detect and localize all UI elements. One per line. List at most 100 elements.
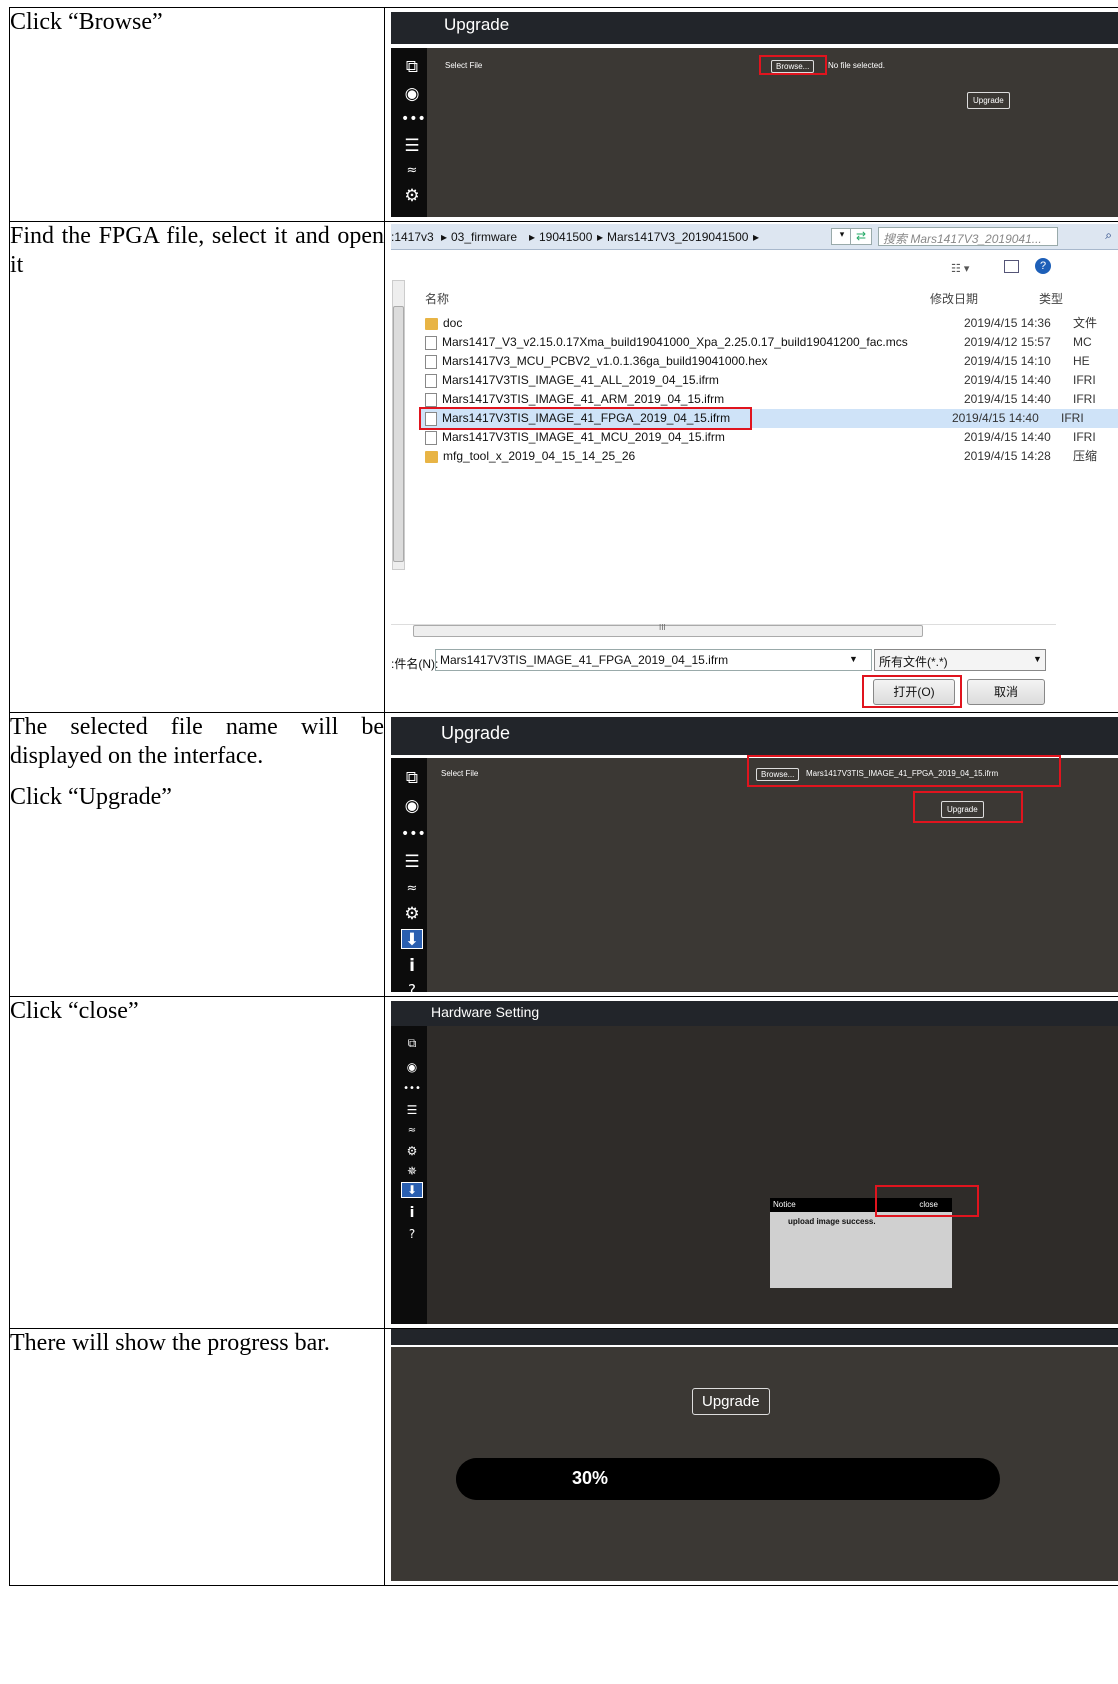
scroll-grip: III	[659, 623, 666, 632]
step-text: Click “Browse”	[10, 9, 163, 35]
hscroll-thumb[interactable]	[413, 625, 923, 637]
file-type-select[interactable]: 所有文件(*.*)	[874, 649, 1046, 671]
highlight-box	[875, 1185, 979, 1217]
download-icon[interactable]: ⬇	[401, 929, 423, 950]
disc-icon[interactable]: ◉	[401, 84, 423, 104]
screenshot-progress: Upgrade 30%	[384, 1328, 1118, 1586]
search-input[interactable]: 搜索 Mars1417V3_2019041...	[878, 227, 1058, 246]
file-row[interactable]: doc 2019/4/15 14:36 文件	[425, 314, 1118, 333]
crumb[interactable]: Mars1417V3_2019041500	[607, 230, 748, 244]
wifi-icon[interactable]: ≈	[401, 161, 423, 181]
screenshot-notice: Hardware Setting ⧉ ◉ ••• ☰ ≈ ⚙ ✵ ⬇ i ? c…	[384, 996, 1118, 1329]
crumb[interactable]: :1417v3	[391, 230, 434, 244]
step-text: There will show the progress bar.	[10, 1330, 330, 1356]
col-name[interactable]: 名称	[425, 290, 449, 307]
panel-body: ⧉ ◉ ••• ☰ ≈ ⚙ Select File Browse... No f…	[391, 48, 1118, 217]
more-icon[interactable]: •••	[401, 109, 426, 129]
list-icon[interactable]: ☰	[401, 852, 423, 872]
select-file-label: Select File	[445, 61, 483, 70]
search-icon[interactable]: ⌕	[1105, 228, 1112, 243]
wifi-icon[interactable]: ≈	[401, 1121, 423, 1141]
view-menu-icon[interactable]: ☷ ▾	[951, 262, 969, 275]
chevron-down-icon[interactable]: ▼	[1033, 654, 1042, 664]
highlight-box	[419, 407, 752, 430]
disc-icon[interactable]: ◉	[401, 796, 423, 816]
panel-top-bar	[391, 1329, 1118, 1347]
filename-input[interactable]: Mars1417V3TIS_IMAGE_41_FPGA_2019_04_15.i…	[435, 649, 872, 671]
filename-label: :件名(N):	[391, 657, 439, 671]
instruction-table: Click “Browse” Upgrade ⧉ ◉ ••• ☰ ≈ ⚙ Sel…	[9, 7, 1118, 1586]
refresh-icon[interactable]: ⇄	[850, 228, 872, 245]
sidebar: ⧉ ◉ ••• ☰ ≈ ⚙ ⬇ i ?	[391, 758, 427, 996]
more-icon[interactable]: •••	[401, 824, 426, 844]
cancel-button[interactable]: 取消	[967, 679, 1045, 705]
panel-body: ⧉ ◉ ••• ☰ ≈ ⚙ ✵ ⬇ i ? close Notice uploa…	[391, 1026, 1118, 1324]
zip-folder-icon	[425, 450, 438, 463]
col-date[interactable]: 修改日期	[930, 290, 978, 307]
file-row[interactable]: Mars1417V3TIS_IMAGE_41_ALL_2019_04_15.if…	[425, 371, 1118, 390]
list-icon[interactable]: ☰	[401, 1100, 423, 1120]
copy-icon[interactable]: ⧉	[401, 57, 423, 77]
horizontal-scrollbar[interactable]: III	[391, 623, 1056, 638]
step-row-select-file: Find the FPGA file, select it and open i…	[9, 221, 1118, 713]
file-row[interactable]: Mars1417_V3_v2.15.0.17Xma_build19041000_…	[425, 333, 1118, 352]
chevron-down-icon[interactable]: ▼	[849, 654, 858, 664]
folder-icon	[425, 317, 438, 330]
settings-icon[interactable]: ⚙	[401, 186, 423, 206]
info-icon[interactable]: i	[401, 956, 423, 976]
screenshot-upgrade-selected: Upgrade ⧉ ◉ ••• ☰ ≈ ⚙ ⬇ i ? Select File …	[384, 712, 1118, 997]
crumb[interactable]: 19041500	[539, 230, 592, 244]
progress-panel: Upgrade 30%	[391, 1329, 1118, 1581]
progress-percent: 30%	[572, 1468, 609, 1488]
upgrade-button[interactable]: Upgrade	[692, 1388, 770, 1415]
step-description: Click “close”	[9, 996, 385, 1329]
file-row[interactable]: Mars1417V3_MCU_PCBV2_v1.0.1.36ga_build19…	[425, 352, 1118, 371]
hardware-panel: Hardware Setting ⧉ ◉ ••• ☰ ≈ ⚙ ✵ ⬇ i ? c…	[391, 1001, 1118, 1324]
highlight-box	[862, 675, 962, 708]
step-description: Find the FPGA file, select it and open i…	[9, 221, 385, 713]
copy-icon[interactable]: ⧉	[401, 768, 423, 788]
step-description: There will show the progress bar.	[9, 1328, 385, 1586]
wifi-icon[interactable]: ≈	[401, 879, 423, 899]
step-row-close: Click “close” Hardware Setting ⧉ ◉ ••• ☰…	[9, 996, 1118, 1329]
info-icon[interactable]: i	[401, 1203, 423, 1223]
file-icon	[425, 335, 437, 350]
select-file-label: Select File	[441, 769, 479, 778]
gear-icon[interactable]: ✵	[401, 1161, 423, 1181]
upgrade-panel: Upgrade ⧉ ◉ ••• ☰ ≈ ⚙ Select File Browse…	[391, 12, 1118, 217]
download-icon[interactable]: ⬇	[401, 1182, 423, 1198]
panel-title: Hardware Setting	[391, 1001, 1118, 1026]
highlight-box	[913, 791, 1023, 823]
panel-title: Upgrade	[391, 12, 1118, 44]
disc-icon[interactable]: ◉	[401, 1057, 423, 1077]
crumb[interactable]: 03_firmware	[451, 230, 517, 244]
col-type[interactable]: 类型	[1039, 290, 1063, 307]
help-icon[interactable]: ?	[401, 1224, 423, 1244]
list-icon[interactable]: ☰	[401, 136, 423, 156]
step-text: Find the FPGA file, select it and open i…	[10, 223, 384, 278]
more-icon[interactable]: •••	[401, 1079, 423, 1099]
highlight-box	[759, 55, 827, 75]
step-description: Click “Browse”	[9, 7, 385, 222]
upgrade-button[interactable]: Upgrade	[967, 92, 1010, 109]
step-row-upgrade: The selected file name will be displayed…	[9, 712, 1118, 997]
sidebar: ⧉ ◉ ••• ☰ ≈ ⚙	[391, 48, 427, 217]
file-row[interactable]: Mars1417V3TIS_IMAGE_41_MCU_2019_04_15.if…	[425, 428, 1118, 447]
step-text: Click “close”	[10, 998, 139, 1024]
help-icon[interactable]: ?	[1035, 258, 1051, 274]
file-row[interactable]: mfg_tool_x_2019_04_15_14_25_26 2019/4/15 …	[425, 447, 1118, 466]
settings-icon[interactable]: ⚙	[401, 1141, 423, 1161]
settings-icon[interactable]: ⚙	[401, 904, 423, 924]
file-dialog: :1417v3 ▸ 03_firmware ▸ 19041500 ▸ Mars1…	[391, 224, 1118, 708]
notice-title: Notice	[773, 1200, 796, 1209]
highlight-box	[747, 755, 1061, 787]
file-icon	[425, 373, 437, 388]
step-text: The selected file name will be displayed…	[10, 714, 384, 769]
scroll-thumb[interactable]	[393, 306, 404, 562]
step-row-browse: Click “Browse” Upgrade ⧉ ◉ ••• ☰ ≈ ⚙ Sel…	[9, 7, 1118, 222]
file-icon	[425, 392, 437, 407]
help-icon[interactable]: ?	[401, 980, 423, 996]
copy-icon[interactable]: ⧉	[401, 1033, 423, 1053]
preview-pane-icon[interactable]	[1004, 260, 1019, 273]
screenshot-upgrade-empty: Upgrade ⧉ ◉ ••• ☰ ≈ ⚙ Select File Browse…	[384, 7, 1118, 222]
